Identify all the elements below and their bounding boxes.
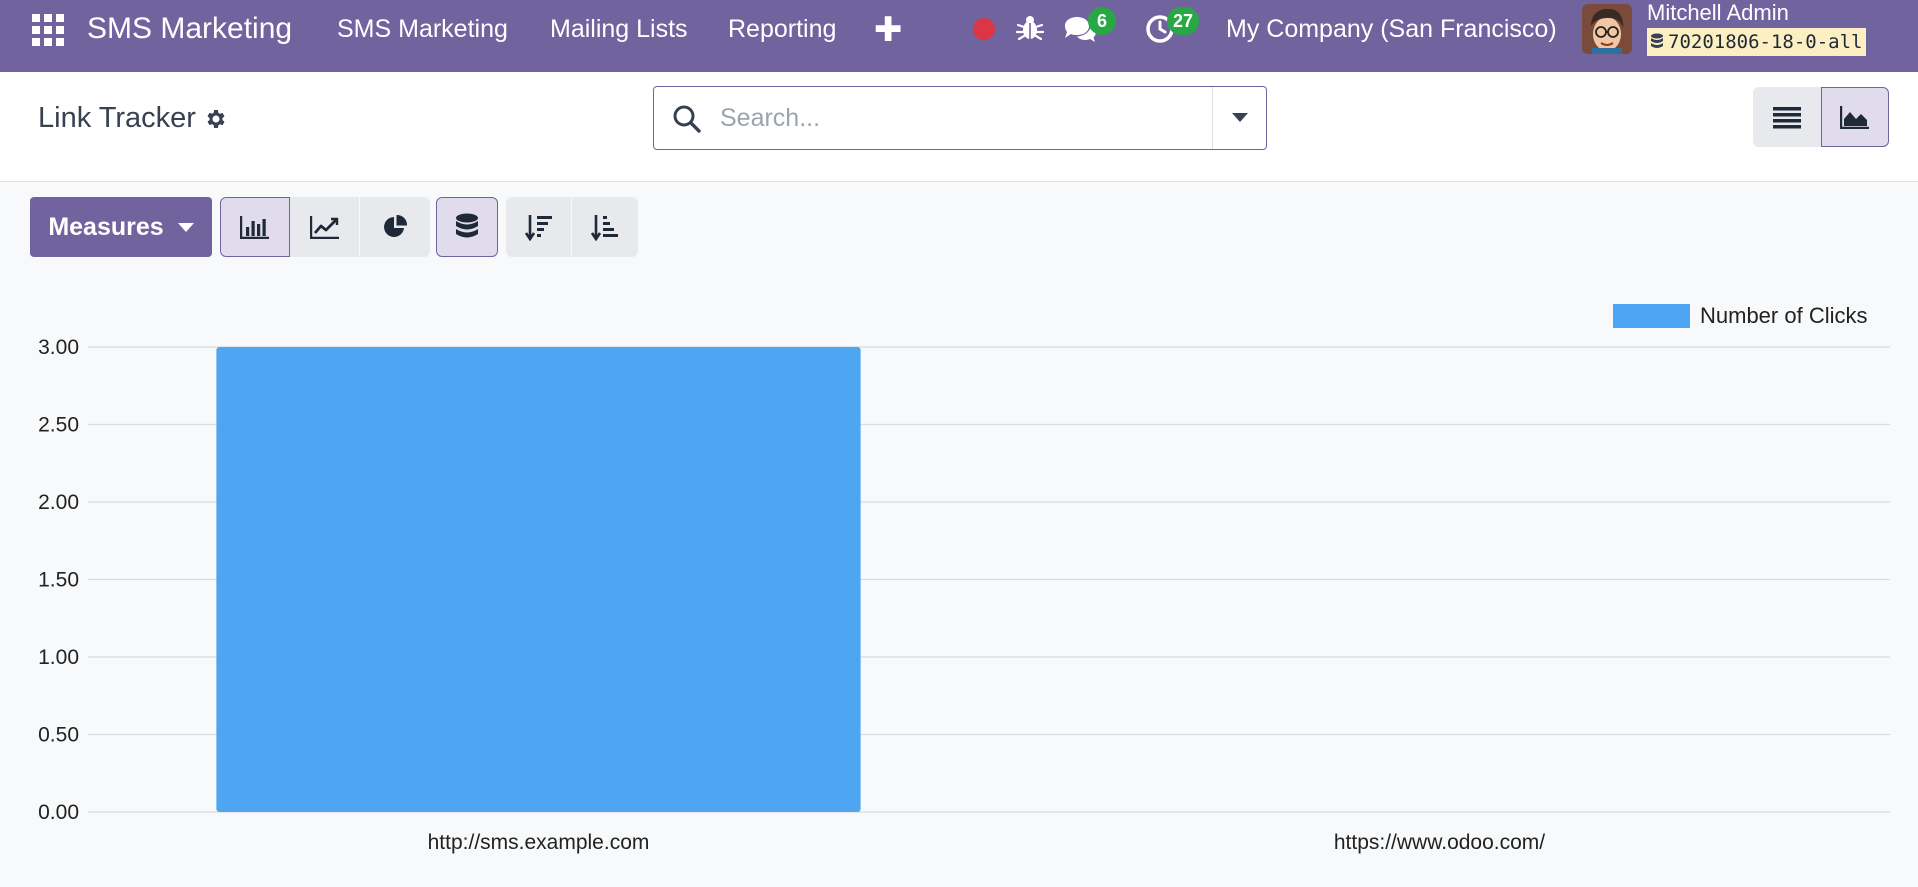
menu-sms-marketing[interactable]: SMS Marketing xyxy=(337,15,508,44)
graph-view-button[interactable] xyxy=(1821,87,1889,147)
bar[interactable] xyxy=(216,347,861,812)
legend-label[interactable]: Number of Clicks xyxy=(1700,303,1867,328)
apps-menu-icon[interactable] xyxy=(32,14,64,46)
y-tick-label: 2.00 xyxy=(38,491,79,514)
area-chart-icon xyxy=(1840,106,1869,129)
y-tick-label: 3.00 xyxy=(38,336,79,359)
stacked-database-icon xyxy=(456,213,478,238)
control-panel: Link Tracker xyxy=(0,72,1918,182)
bar-chart-button[interactable] xyxy=(220,197,290,257)
x-tick-label: http://sms.example.com xyxy=(428,831,650,854)
add-menu-icon[interactable]: ✚ xyxy=(874,10,903,50)
x-tick-label: https://www.odoo.com/ xyxy=(1334,831,1545,854)
sort-group xyxy=(506,197,638,257)
pie-chart-icon xyxy=(384,214,408,237)
line-chart-icon xyxy=(309,216,339,239)
messages-count-badge: 6 xyxy=(1088,7,1116,35)
sort-descending-button[interactable] xyxy=(506,197,572,257)
sort-ascending-button[interactable] xyxy=(572,197,638,257)
sort-descending-icon xyxy=(524,215,552,241)
sort-ascending-icon xyxy=(591,215,618,241)
caret-down-icon xyxy=(1231,113,1248,122)
activities-count-badge: 27 xyxy=(1167,7,1200,35)
search-icon xyxy=(673,105,701,133)
breadcrumb: Link Tracker xyxy=(38,102,228,135)
menu-mailing-lists[interactable]: Mailing Lists xyxy=(550,15,688,44)
caret-down-icon xyxy=(177,222,194,232)
gear-icon[interactable] xyxy=(204,107,228,131)
user-avatar[interactable] xyxy=(1582,4,1632,54)
search-input[interactable] xyxy=(720,97,1260,139)
stacked-toggle-button[interactable] xyxy=(436,197,498,257)
stacked-group xyxy=(436,197,498,257)
company-switcher[interactable]: My Company (San Francisco) xyxy=(1226,15,1557,44)
graph-chart: 0.00 0.50 1.00 1.50 2.00 2.50 3.00 http://sms.e… xyxy=(0,290,1918,887)
measures-label: Measures xyxy=(48,212,164,241)
legend-swatch[interactable] xyxy=(1613,304,1690,328)
list-view-icon xyxy=(1773,107,1801,129)
user-name[interactable]: Mitchell Admin xyxy=(1647,0,1789,26)
y-tick-label: 0.50 xyxy=(38,724,79,747)
bar-chart-svg: 0.00 0.50 1.00 1.50 2.00 2.50 3.00 http://sms.e… xyxy=(38,303,1890,854)
debug-bug-icon[interactable] xyxy=(1016,14,1044,42)
bar-chart-icon xyxy=(240,216,269,239)
chart-type-group xyxy=(220,197,430,257)
menu-reporting[interactable]: Reporting xyxy=(728,15,836,44)
pie-chart-button[interactable] xyxy=(360,197,430,257)
search-options-toggle[interactable] xyxy=(1212,87,1266,149)
y-tick-label: 1.50 xyxy=(38,569,79,592)
y-tick-label: 2.50 xyxy=(38,414,79,437)
view-switcher xyxy=(1753,87,1889,147)
list-view-button[interactable] xyxy=(1753,87,1821,147)
database-name-text: 70201806-18-0-all xyxy=(1668,31,1863,53)
page-title: Link Tracker xyxy=(38,102,196,134)
measures-button[interactable]: Measures xyxy=(30,197,212,257)
database-name: 70201806-18-0-all xyxy=(1647,28,1867,56)
database-icon xyxy=(1651,33,1663,48)
y-tick-label: 1.00 xyxy=(38,646,79,669)
top-navbar: SMS Marketing SMS Marketing Mailing List… xyxy=(0,0,1918,72)
y-tick-label: 0.00 xyxy=(38,801,79,824)
recording-indicator-icon[interactable] xyxy=(973,18,995,40)
search-bar xyxy=(653,86,1267,150)
line-chart-button[interactable] xyxy=(290,197,360,257)
app-brand[interactable]: SMS Marketing xyxy=(87,12,292,46)
